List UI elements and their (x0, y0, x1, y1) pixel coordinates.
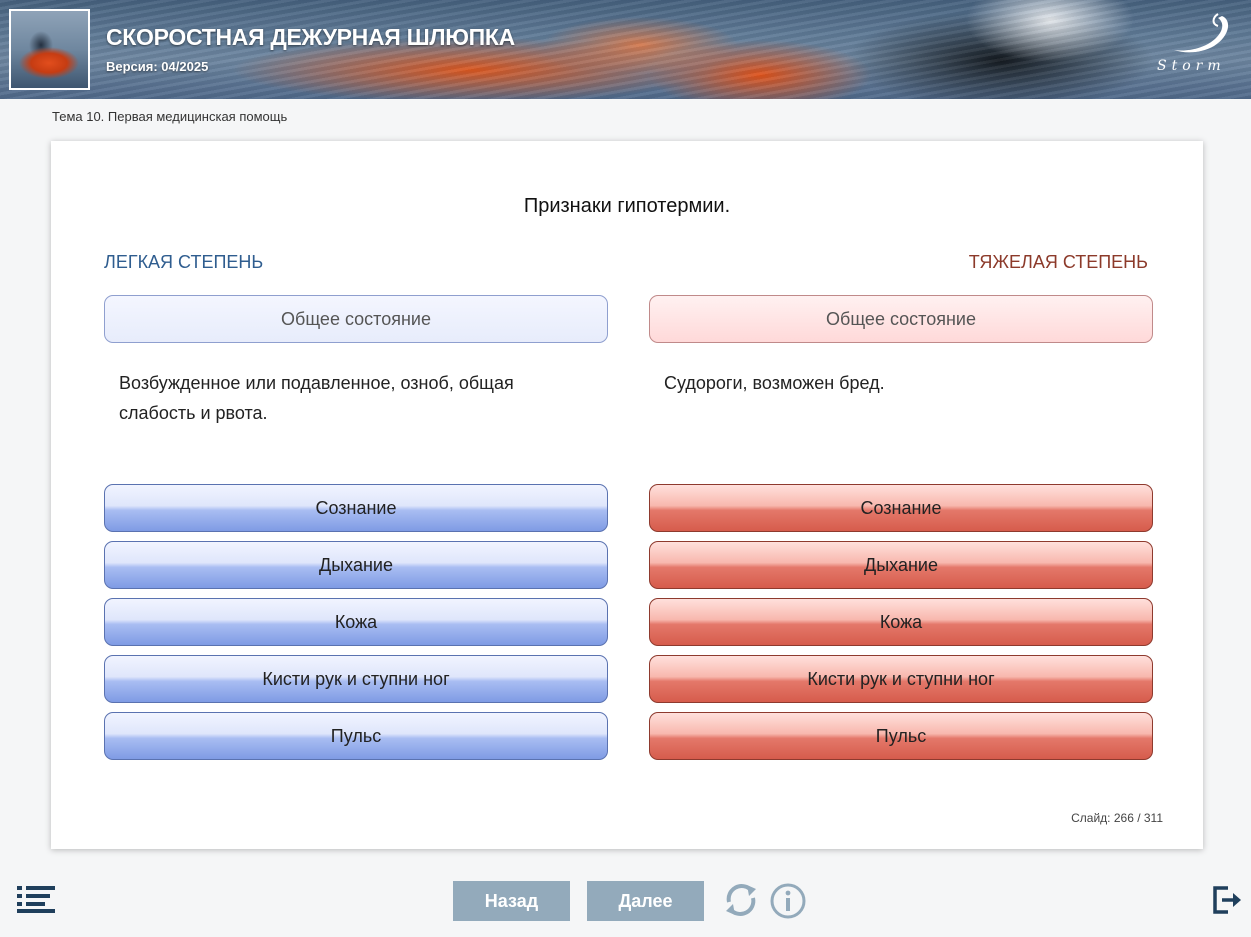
severe-consciousness-button[interactable]: Сознание (649, 484, 1153, 532)
severe-hands-feet-button[interactable]: Кисти рук и ступни ног (649, 655, 1153, 703)
back-button[interactable]: Назад (453, 881, 570, 921)
logo-wordmark: Storm (1157, 58, 1226, 74)
mild-description: Возбужденное или подавленное, озноб, общ… (119, 373, 514, 423)
course-version: Версия: 04/2025 (106, 59, 209, 74)
severe-pulse-button[interactable]: Пульс (649, 712, 1153, 760)
mild-hands-feet-button[interactable]: Кисти рук и ступни ног (104, 655, 608, 703)
info-icon[interactable] (769, 882, 807, 920)
reload-icon[interactable] (721, 880, 761, 920)
mild-pulse-button[interactable]: Пульс (104, 712, 608, 760)
slide-card: Признаки гипотермии. ЛЕГКАЯ СТЕПЕНЬ ТЯЖЕ… (51, 141, 1203, 849)
slide-counter: Слайд: 266 / 311 (1071, 811, 1163, 825)
slide-heading: Признаки гипотермии. (523, 195, 731, 217)
course-thumbnail (9, 9, 90, 90)
severe-general-state-button[interactable]: Общее состояние (649, 295, 1153, 343)
topic-breadcrumb: Тема 10. Первая медицинская помощь (52, 109, 288, 124)
next-button[interactable]: Далее (587, 881, 704, 921)
severe-degree-title: ТЯЖЕЛАЯ СТЕПЕНЬ (968, 252, 1148, 272)
exit-icon[interactable] (1212, 885, 1242, 915)
mild-skin-button[interactable]: Кожа (104, 598, 608, 646)
severe-breathing-button[interactable]: Дыхание (649, 541, 1153, 589)
menu-list-icon[interactable] (17, 885, 55, 913)
mild-general-state-button[interactable]: Общее состояние (104, 295, 608, 343)
severe-description: Судороги, возможен бред. (664, 373, 885, 393)
mild-consciousness-button[interactable]: Сознание (104, 484, 608, 532)
course-title: СКОРОСТНАЯ ДЕЖУРНАЯ ШЛЮПКА (106, 24, 515, 50)
mild-degree-title: ЛЕГКАЯ СТЕПЕНЬ (104, 252, 264, 272)
header-banner: СКОРОСТНАЯ ДЕЖУРНАЯ ШЛЮПКА Версия: 04/20… (0, 0, 1251, 99)
mild-breathing-button[interactable]: Дыхание (104, 541, 608, 589)
severe-skin-button[interactable]: Кожа (649, 598, 1153, 646)
